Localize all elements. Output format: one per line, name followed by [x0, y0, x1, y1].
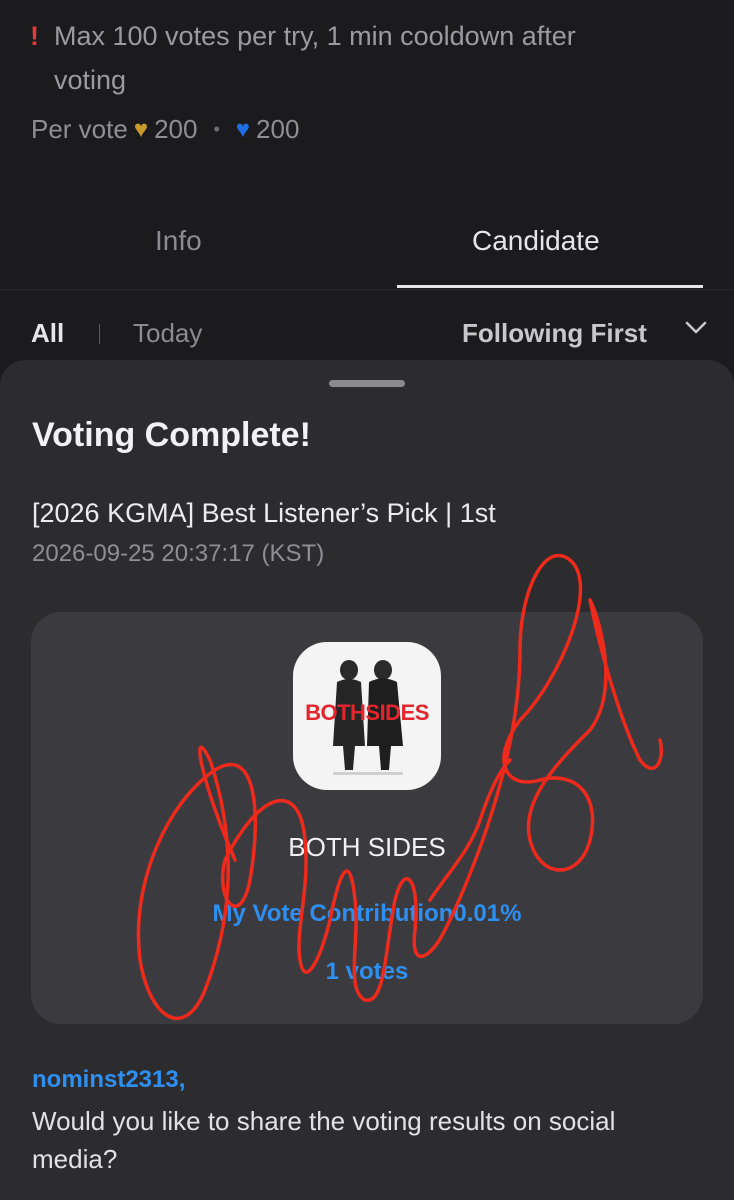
sheet-title: Voting Complete! [32, 416, 311, 454]
filter-today[interactable]: Today [133, 318, 202, 349]
per-vote-label: Per vote [31, 114, 128, 144]
notice-line1: Max 100 votes per try, 1 min cooldown af… [54, 21, 576, 51]
candidate-name: BOTH SIDES [288, 832, 446, 862]
vote-complete-sheet: Voting Complete! [2026 KGMA] Best Listen… [0, 360, 734, 1200]
gold-heart-icon: ♥ [133, 115, 149, 143]
candidate-card: BOTHSIDES BOTH SIDES My Vote Contributio… [31, 612, 703, 1024]
tab-bar: Info Candidate [0, 205, 734, 290]
gold-amount: 200 [154, 114, 198, 144]
per-vote-cost: Per vote ♥ 200 • ♥ 200 [31, 114, 299, 145]
share-prompt: Would you like to share the voting resul… [32, 1106, 616, 1174]
sort-dropdown[interactable]: Following First [462, 318, 647, 349]
tab-info[interactable]: Info [155, 225, 202, 257]
candidate-thumbnail: BOTHSIDES [293, 642, 441, 790]
filter-bar: All Today Following First [0, 318, 734, 358]
thumbnail-text: BOTHSIDES [305, 700, 429, 725]
separator-dot: • [213, 119, 220, 139]
event-name: [2026 KGMA] Best Listener’s Pick | 1st [32, 498, 496, 528]
vote-count: 1 votes [325, 958, 409, 985]
active-tab-indicator [397, 285, 703, 288]
vote-timestamp: 2026-09-25 20:37:17 (KST) [32, 540, 325, 567]
chevron-down-icon[interactable] [684, 316, 708, 340]
tab-candidate[interactable]: Candidate [472, 225, 600, 257]
filter-divider [99, 324, 100, 344]
vote-contribution: My Vote Contribution0.01% [212, 900, 522, 927]
blue-heart-icon: ♥ [235, 115, 251, 143]
filter-all[interactable]: All [31, 318, 64, 349]
exclamation-icon: ! [30, 21, 39, 51]
sheet-drag-handle[interactable] [329, 380, 405, 387]
vote-notice: ! Max 100 votes per try, 1 min cooldown a… [30, 14, 710, 102]
blue-amount: 200 [256, 114, 300, 144]
notice-line2: voting [54, 65, 127, 95]
username: nominst2313, [32, 1066, 186, 1093]
